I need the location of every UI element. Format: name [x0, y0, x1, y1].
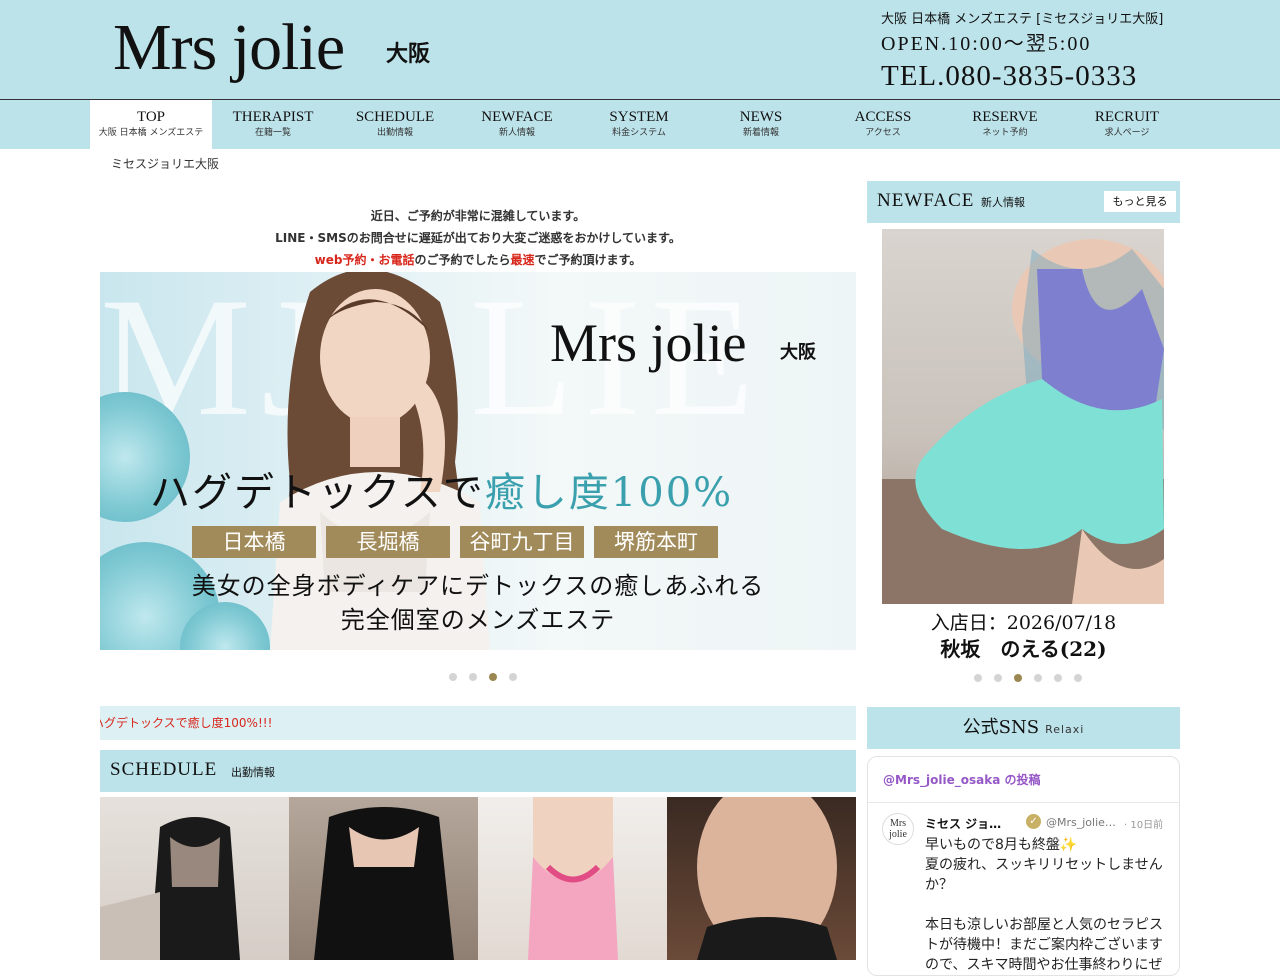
- post-timestamp: · 10日前: [1124, 820, 1164, 831]
- newface-therapist-photo[interactable]: [882, 229, 1164, 604]
- nav-sublabel: 新人情報: [498, 128, 535, 138]
- area-badge: 長堀橋: [326, 526, 450, 558]
- area-badge: 谷町九丁目: [460, 526, 584, 558]
- reservation-notice: 近日、ご予約が非常に混雑しています。 LINE・SMSのお問合せに遅延が出ており…: [100, 205, 856, 271]
- nav-sublabel: 大阪 日本橋 メンズエステ: [98, 128, 204, 138]
- area-badge: 日本橋: [192, 526, 316, 558]
- section-title: 公式SNS: [962, 717, 1040, 738]
- slider-dot[interactable]: [449, 673, 457, 681]
- therapist-image: [100, 817, 240, 960]
- schedule-section-header: SCHEDULE 出勤情報: [100, 750, 856, 792]
- see-more-button[interactable]: もっと見る: [1104, 191, 1176, 212]
- sns-account-link[interactable]: @Mrs_jolie_osaka の投稿: [883, 771, 1040, 788]
- nav-label: NEWS: [739, 109, 783, 125]
- newface-join-date: 入店日：2026/07/18: [930, 612, 1117, 634]
- ticker-text: ハグデトックスで癒し度100%!!!: [100, 716, 273, 730]
- slider-dot[interactable]: [469, 673, 477, 681]
- hero-slider-dots: [449, 673, 517, 681]
- sns-post-card: @Mrs_jolie_osaka の投稿 Mrs jolie ミセス ジョ… ✓…: [867, 756, 1180, 976]
- schedule-therapist-list: [100, 797, 856, 960]
- news-ticker[interactable]: ハグデトックスで癒し度100%!!!: [100, 706, 856, 740]
- post-author-handle[interactable]: @Mrs_jolie…: [1046, 816, 1116, 829]
- nav-label: SYSTEM: [609, 109, 669, 125]
- slider-dot[interactable]: [974, 674, 982, 682]
- section-title: NEWFACE: [877, 190, 975, 211]
- hero-banner[interactable]: MJOLIE Mrs jolie 大阪 ハグデトックスで癒し度100% 日本橋 …: [100, 272, 856, 650]
- nav-label: SCHEDULE: [355, 109, 435, 125]
- nav-label: TOP: [136, 109, 166, 125]
- hero-copy-line-2: 完全個室のメンズエステ: [340, 606, 616, 634]
- slider-dot-active[interactable]: [1014, 674, 1022, 682]
- therapist-image: [697, 797, 837, 960]
- therapist-photo[interactable]: [100, 797, 289, 960]
- slider-dot-active[interactable]: [489, 673, 497, 681]
- hero-copy-line-1: 美女の全身ボディケアにデトックスの癒しあふれる: [191, 572, 765, 600]
- notice-line-3: web予約・お電話のご予約でしたら最速でご予約頂けます。: [314, 253, 642, 267]
- nav-label: ACCESS: [854, 109, 912, 125]
- nav-label: NEWFACE: [481, 109, 553, 125]
- therapist-photo[interactable]: [478, 797, 667, 960]
- slider-dot[interactable]: [1034, 674, 1042, 682]
- notice-line-1: 近日、ご予約が非常に混雑しています。: [370, 209, 586, 223]
- nav-item-newface[interactable]: NEWFACE 新人情報: [456, 100, 578, 149]
- newface-therapist-name[interactable]: 秋坂 のえる(22): [867, 633, 1180, 662]
- sns-section-header: 公式SNS Relaxi: [867, 707, 1180, 749]
- nav-item-news[interactable]: NEWS 新着情報: [700, 100, 822, 149]
- hero-logo-sub: 大阪: [780, 342, 816, 363]
- nav-label: RESERVE: [972, 109, 1038, 125]
- slider-dot[interactable]: [509, 673, 517, 681]
- section-subtitle: 新人情報: [981, 196, 1025, 209]
- slider-dot[interactable]: [1074, 674, 1082, 682]
- nav-sublabel: 求人ページ: [1104, 128, 1150, 138]
- nav-item-recruit[interactable]: RECRUIT 求人ページ: [1066, 100, 1188, 149]
- nav-label: RECRUIT: [1094, 109, 1160, 125]
- nav-sublabel: 出勤情報: [376, 128, 413, 138]
- header-tagline: 大阪 日本橋 メンズエステ [ミセスジョリエ大阪]: [881, 12, 1164, 27]
- breadcrumb[interactable]: ミセスジョリエ大阪: [111, 155, 219, 172]
- therapist-image: [314, 807, 454, 960]
- site-header: Mrs jolie 大阪 大阪 日本橋 メンズエステ [ミセスジョリエ大阪] O…: [0, 0, 1280, 99]
- opening-hours: OPEN.10:00～翌5:00: [881, 33, 1092, 55]
- therapist-image: [882, 239, 1164, 604]
- notice-highlight-fastest: 最速: [510, 253, 535, 267]
- notice-line-2: LINE・SMSのお問合せに遅延が出ており大変ご迷惑をおかけしています。: [275, 231, 681, 245]
- notice-highlight-web: web予約・お電話: [314, 253, 415, 267]
- nav-item-access[interactable]: ACCESS アクセス: [822, 100, 944, 149]
- area-badge: 堺筋本町: [594, 526, 718, 558]
- nav-sublabel: 在籍一覧: [254, 128, 291, 138]
- section-subtitle: 出勤情報: [231, 766, 275, 779]
- post-body: 早いもので8月も終盤✨ 夏の疲れ、スッキリリセットしませんか？ 本日も涼しいお部…: [925, 837, 1163, 973]
- nav-item-schedule[interactable]: SCHEDULE 出勤情報: [334, 100, 456, 149]
- verified-badge-icon: ✓: [1026, 814, 1041, 829]
- nav-item-system[interactable]: SYSTEM 料金システム: [578, 100, 700, 149]
- newface-section-header: NEWFACE 新人情報 もっと見る: [867, 181, 1180, 223]
- site-logo[interactable]: Mrs jolie: [113, 6, 345, 90]
- nav-sublabel: ネット予約: [982, 128, 1028, 138]
- nav-label: THERAPIST: [232, 109, 314, 125]
- post-author-name[interactable]: ミセス ジョ…: [925, 815, 1001, 832]
- nav-sublabel: 料金システム: [612, 128, 666, 138]
- nav-sublabel: 新着情報: [742, 128, 779, 138]
- hero-area-list: 日本橋 長堀橋 谷町九丁目 堺筋本町: [192, 526, 718, 558]
- avatar[interactable]: Mrs jolie: [882, 813, 914, 845]
- hero-logo: Mrs jolie: [550, 313, 747, 373]
- divider: [868, 802, 1179, 803]
- therapist-image: [528, 797, 618, 960]
- section-title: SCHEDULE: [110, 759, 218, 780]
- nav-item-reserve[interactable]: RESERVE ネット予約: [944, 100, 1066, 149]
- phone-number[interactable]: TEL.080-3835-0333: [881, 58, 1171, 94]
- nav-item-therapist[interactable]: THERAPIST 在籍一覧: [212, 100, 334, 149]
- slider-dot[interactable]: [1054, 674, 1062, 682]
- hero-tagline: ハグデトックスで癒し度100%: [150, 470, 734, 516]
- nav-item-top[interactable]: TOP 大阪 日本橋 メンズエステ: [90, 100, 212, 149]
- nav-sublabel: アクセス: [865, 128, 901, 138]
- header-info: 大阪 日本橋 メンズエステ [ミセスジョリエ大阪] OPEN.10:00～翌5:…: [881, 10, 1171, 94]
- therapist-photo[interactable]: [289, 797, 478, 960]
- main-nav: TOP 大阪 日本橋 メンズエステ THERAPIST 在籍一覧 SCHEDUL…: [0, 99, 1280, 149]
- newface-slider-dots: [974, 674, 1082, 682]
- therapist-photo[interactable]: [667, 797, 856, 960]
- section-subtitle: Relaxi: [1045, 723, 1085, 736]
- site-logo-sub: 大阪: [386, 42, 431, 67]
- slider-dot[interactable]: [994, 674, 1002, 682]
